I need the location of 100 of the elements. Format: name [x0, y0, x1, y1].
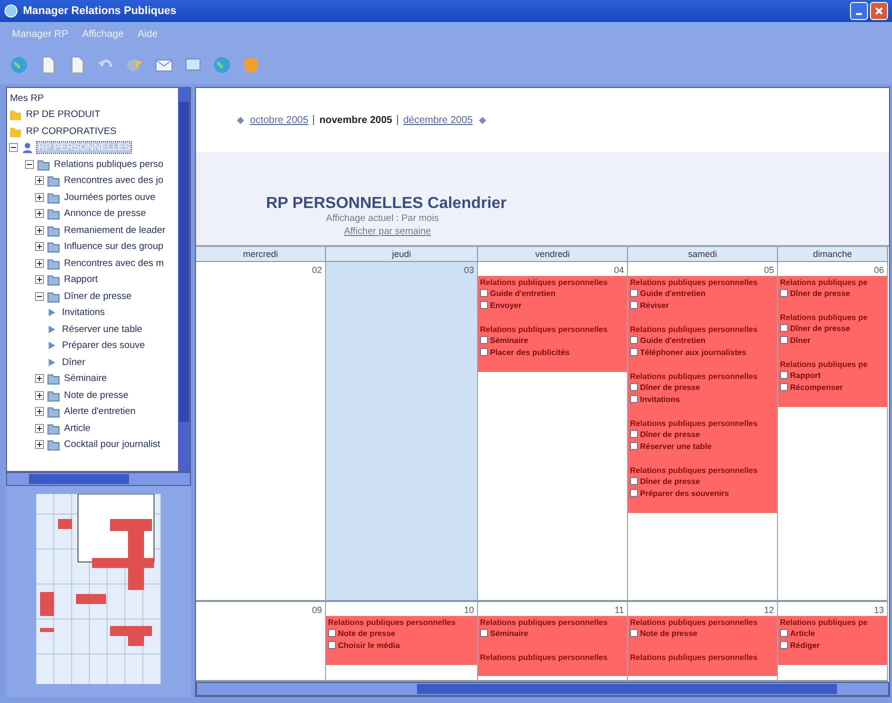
scrollbar[interactable] [178, 88, 190, 471]
scrollbar[interactable] [196, 682, 889, 696]
expand-icon[interactable] [35, 226, 44, 235]
checkbox[interactable] [630, 348, 638, 356]
expand-icon[interactable] [35, 209, 44, 218]
task-label[interactable]: Guide d'entretien [490, 288, 556, 298]
scrollbar[interactable] [6, 472, 191, 486]
event-title[interactable]: Relations publiques personnelles [480, 653, 625, 662]
checkbox[interactable] [780, 371, 788, 379]
checkbox[interactable] [480, 629, 488, 637]
task-label[interactable]: Note de presse [338, 628, 396, 638]
task-label[interactable]: Préparer des souvenirs [640, 488, 729, 498]
expand-icon[interactable] [35, 374, 44, 384]
checkbox[interactable] [328, 629, 336, 637]
event-title[interactable]: Relations publiques pe [780, 313, 885, 322]
event-title[interactable]: Relations publiques personnelles [630, 653, 775, 662]
event-block[interactable]: Relations publiques personnelles Note de presse Choisir le média [326, 616, 477, 665]
menu-item[interactable]: Manager RP [12, 29, 68, 40]
menu-item[interactable]: Aide [138, 29, 158, 40]
tree-item[interactable]: Dîner de presse [63, 290, 133, 302]
task-label[interactable]: Dîner [790, 336, 810, 344]
checkbox[interactable] [780, 289, 788, 297]
tree-item[interactable]: Article [63, 422, 92, 434]
previous-icon[interactable] [236, 116, 245, 124]
tree-item[interactable]: Influence sur des group [63, 241, 164, 252]
expand-icon[interactable] [35, 390, 44, 400]
event-title[interactable]: Relations publiques personnelles [480, 618, 625, 627]
day-cell[interactable]: 12 Relations publiques personnelles Note de presse Relations publiques personnelles [628, 602, 778, 682]
task-label[interactable]: Envoyer [490, 300, 522, 310]
day-cell[interactable]: 13 Relations publiques pe Article Rédiger [778, 602, 888, 682]
expand-icon[interactable] [35, 440, 44, 450]
event-title[interactable]: Relations publiques personnelles [630, 372, 775, 381]
checkbox[interactable] [480, 336, 488, 344]
event-title[interactable]: Relations publiques personnelles [630, 466, 775, 475]
checkbox[interactable] [480, 348, 488, 356]
tree-item[interactable]: Rapport [63, 274, 99, 286]
event-block[interactable]: Relations publiques pe Dîner de presse Relations publiques pe Dîner de presse Dîner Relations publiques pe Rapport Récompenser [778, 276, 887, 407]
task-label[interactable]: Dîner de presse [790, 288, 850, 298]
tree-item[interactable]: Préparer des souve [61, 340, 146, 352]
day-cell[interactable]: 10 Relations publiques personnelles Note de presse Choisir le média [326, 602, 478, 682]
expand-icon[interactable] [35, 407, 44, 416]
task-label[interactable]: Téléphoner aux journalistes [640, 348, 746, 356]
task-label[interactable]: Séminaire [490, 336, 528, 344]
tree-item[interactable]: Rencontres avec des m [63, 258, 165, 269]
expand-icon[interactable] [35, 242, 44, 252]
task-label[interactable]: Guide d'entretien [640, 288, 706, 298]
task-label[interactable]: Dîner de presse [790, 324, 850, 332]
checkbox[interactable] [480, 301, 488, 309]
event-title[interactable]: Relations publiques personnelles [328, 618, 475, 627]
event-title[interactable]: Relations publiques personnelles [480, 278, 625, 287]
task-label[interactable]: Réserver une table [640, 442, 712, 450]
event-title[interactable]: Relations publiques personnelles [480, 325, 625, 334]
task-label[interactable]: Guide d'entretien [640, 336, 706, 344]
next-month-link[interactable]: décembre 2005 [403, 114, 473, 126]
minimap-drawing[interactable] [36, 494, 161, 684]
tree-item[interactable]: Cocktail pour journalist [63, 439, 162, 450]
day-cell[interactable]: 03 [326, 262, 478, 602]
expand-icon[interactable] [35, 275, 44, 284]
checkbox[interactable] [630, 383, 638, 391]
event-title[interactable]: Relations publiques personnelles [630, 618, 775, 627]
task-label[interactable]: Rapport [790, 370, 821, 380]
expand-icon[interactable] [35, 176, 44, 186]
collapse-icon[interactable] [9, 143, 18, 152]
tree-item[interactable]: Rencontres avec des jo [63, 175, 164, 186]
checkbox[interactable] [630, 289, 638, 297]
tree-item[interactable]: Remaniement de leader [63, 224, 166, 236]
checkbox[interactable] [630, 395, 638, 403]
event-block[interactable] [628, 276, 777, 513]
tree-item[interactable]: Relations publiques perso [53, 158, 164, 170]
checkbox[interactable] [328, 641, 336, 649]
event-title[interactable]: Relations publiques personnelles [630, 419, 775, 428]
checkbox[interactable] [780, 383, 788, 391]
checkbox[interactable] [780, 641, 788, 649]
checkbox[interactable] [630, 629, 638, 637]
task-label[interactable]: Dîner de presse [640, 430, 700, 438]
event-block[interactable]: Relations publiques personnelles Guide d'entretien Envoyer Relations publiques personnelles Séminaire Placer des publicités [478, 276, 627, 372]
checkbox[interactable] [780, 336, 788, 344]
day-cell[interactable]: 06 Relations publiques pe Dîner de presse Relations publiques pe Dîner de presse Dîner Relations publiques pe Rapport Récompenser [778, 262, 888, 602]
task-label[interactable]: Invitations [640, 394, 680, 404]
event-title[interactable]: Relations publiques personnelles [630, 278, 775, 287]
menu-item[interactable]: Affichage [82, 29, 124, 40]
event-title[interactable]: Relations publiques personnelles [630, 325, 775, 334]
close-button[interactable] [870, 2, 888, 20]
collapse-icon[interactable] [25, 160, 34, 169]
tree-item[interactable]: Note de presse [63, 390, 130, 401]
task-label[interactable]: Choisir le média [338, 640, 400, 650]
checkbox[interactable] [630, 442, 638, 450]
event-title[interactable]: Relations publiques pe [780, 360, 885, 369]
event-block[interactable]: Relations publiques pe Article Rédiger [778, 616, 887, 665]
task-label[interactable]: Séminaire [490, 628, 528, 638]
checkbox[interactable] [630, 477, 638, 485]
task-label[interactable]: Rédiger [790, 640, 820, 650]
expand-icon[interactable] [35, 192, 44, 202]
previous-month-link[interactable]: octobre 2005 [250, 114, 308, 126]
task-label[interactable]: Réviser [640, 300, 669, 310]
checkbox[interactable] [630, 430, 638, 438]
tree-item[interactable]: Réserver une table [61, 324, 144, 335]
week-view-link[interactable]: Afficher par semaine [344, 226, 431, 237]
checkbox[interactable] [780, 324, 788, 332]
day-cell[interactable] [628, 262, 778, 602]
